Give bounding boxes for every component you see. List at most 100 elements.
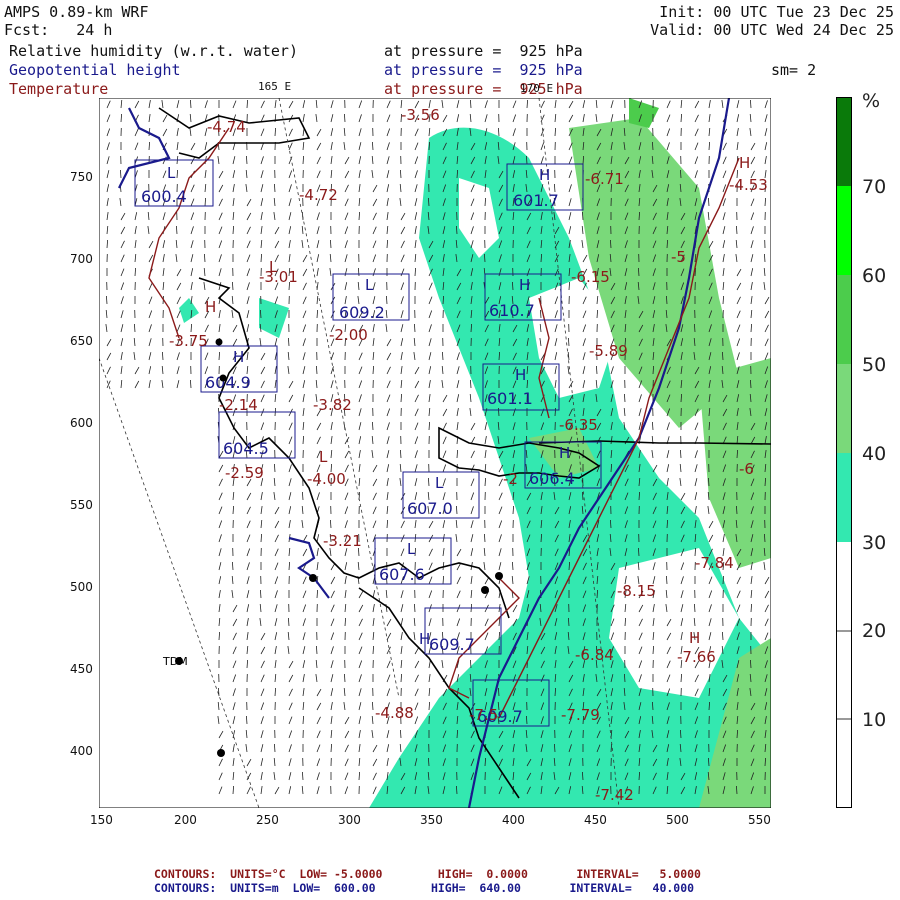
high-marker: H [689, 629, 700, 647]
fcst-label: Fcst: [4, 21, 50, 39]
station-dot [495, 572, 503, 580]
temp-label: -6.71 [585, 170, 624, 188]
temp-label: -4.72 [299, 186, 338, 204]
x-tick: 400 [502, 813, 525, 827]
colorbar-label: 20 [862, 620, 887, 642]
height-label: 601.1 [487, 389, 533, 408]
footer-height-label: CONTOURS: UNITS=m LOW= 600.00 [154, 881, 376, 895]
station-dot [219, 374, 227, 382]
height-label: 609.7 [429, 635, 475, 654]
temp-label: -2 [503, 470, 518, 488]
field-temp: Temperature [9, 80, 109, 98]
temp-label: -3.21 [323, 532, 362, 550]
low-marker: L [407, 540, 416, 558]
footer-height-high: HIGH= 640.00 [430, 881, 521, 895]
station-dot [217, 749, 225, 757]
pressure-height: at pressure = 925 hPa [384, 61, 583, 79]
x-tick: 450 [584, 813, 607, 827]
temp-label: -8.15 [617, 582, 656, 600]
height-label: 606.4 [529, 469, 575, 488]
temp-label: -7.42 [595, 786, 634, 804]
colorbar-label: 50 [862, 354, 887, 376]
temp-label: -5 [671, 248, 686, 266]
temp-label: -3.01 [259, 268, 298, 286]
pressure-rh: at pressure = 925 hPa [384, 42, 583, 60]
temp-label: -6.35 [559, 416, 598, 434]
temp-label: -6.15 [571, 268, 610, 286]
station-label-tdm: TDM [162, 655, 188, 668]
x-tick: 200 [174, 813, 197, 827]
temp-label: -6.84 [575, 646, 614, 664]
low-marker: L [435, 474, 444, 492]
station-dot [215, 338, 223, 346]
model-title: AMPS 0.89-km WRF [4, 3, 149, 21]
colorbar-label: 30 [862, 532, 887, 554]
height-label: 609.2 [339, 303, 385, 322]
height-label: 600.4 [141, 187, 187, 206]
smoothing-label: sm= 2 [771, 61, 817, 79]
high-marker: H [519, 276, 530, 294]
y-tick: 600 [70, 416, 93, 430]
cbar-seg-low [836, 542, 852, 808]
valid-time: Valid: 00 UTC Wed 24 Dec 25 [650, 21, 894, 39]
x-tick: 250 [256, 813, 279, 827]
temp-label: -3.56 [401, 106, 440, 124]
high-marker: H [559, 444, 570, 462]
temp-label: -7.84 [695, 554, 734, 572]
y-tick: 550 [70, 498, 93, 512]
colorbar-label: 40 [862, 443, 887, 465]
footer-temp-interval: INTERVAL= 5.0000 [576, 867, 701, 881]
cbar-seg-60 [836, 275, 852, 364]
temp-label: -2.14 [219, 396, 258, 414]
map-panel: 600.4 609.2 601.7 610.7 604.9 601.1 604.… [99, 98, 771, 808]
station-dot [309, 574, 317, 582]
cbar-seg-70 [836, 186, 852, 275]
x-tick: 300 [338, 813, 361, 827]
footer-temp-high: HIGH= 0.0000 [437, 867, 528, 881]
temp-label: -4.00 [307, 470, 346, 488]
y-tick: 400 [70, 744, 93, 758]
temp-label: -2.59 [225, 464, 264, 482]
temp-label: -3.75 [169, 332, 208, 350]
temp-label: -5.89 [589, 342, 628, 360]
colorbar [836, 97, 852, 808]
temp-label: -6 [739, 460, 754, 478]
colorbar-unit: % [862, 90, 881, 112]
station-dot [481, 586, 489, 594]
height-label: 601.7 [513, 191, 559, 210]
low-marker: L [365, 276, 374, 294]
footer-temp-label: CONTOURS: UNITS=°C LOW= -5.0000 [154, 867, 383, 881]
init-time: Init: 00 UTC Tue 23 Dec 25 [659, 3, 894, 21]
low-marker: L [167, 164, 176, 182]
colorbar-label: 10 [862, 709, 887, 731]
high-marker: H [515, 366, 526, 384]
y-tick: 650 [70, 334, 93, 348]
high-marker: H [205, 298, 216, 316]
height-label: 607.6 [379, 565, 425, 584]
high-marker: H [419, 630, 430, 648]
low-marker: L [319, 448, 328, 466]
lon-170-label: 170 E [520, 82, 554, 95]
high-marker: H [539, 166, 550, 184]
height-label: 604.9 [205, 373, 251, 392]
temp-label: -4.53 [729, 176, 768, 194]
cbar-seg-80 [836, 97, 852, 186]
y-tick: 750 [70, 170, 93, 184]
height-label: 607.0 [407, 499, 453, 518]
temp-label: -3.82 [313, 396, 352, 414]
x-tick: 150 [90, 813, 113, 827]
y-tick: 700 [70, 252, 93, 266]
field-height: Geopotential height [9, 61, 181, 79]
height-label: 610.7 [489, 301, 535, 320]
temp-label: -2.00 [329, 326, 368, 344]
temp-label: -7.79 [561, 706, 600, 724]
temp-label: -7.66 [677, 648, 716, 666]
footer-temp: CONTOURS: UNITS=°C LOW= -5.0000 HIGH= 0.… [154, 868, 701, 881]
temp-label: -7.5 [469, 706, 498, 724]
forecast-label: Fcst: 24 h [4, 22, 112, 39]
y-tick: 500 [70, 580, 93, 594]
colorbar-label: 60 [862, 265, 887, 287]
x-tick: 550 [748, 813, 771, 827]
field-rh: Relative humidity (w.r.t. water) [9, 42, 298, 60]
x-tick: 350 [420, 813, 443, 827]
